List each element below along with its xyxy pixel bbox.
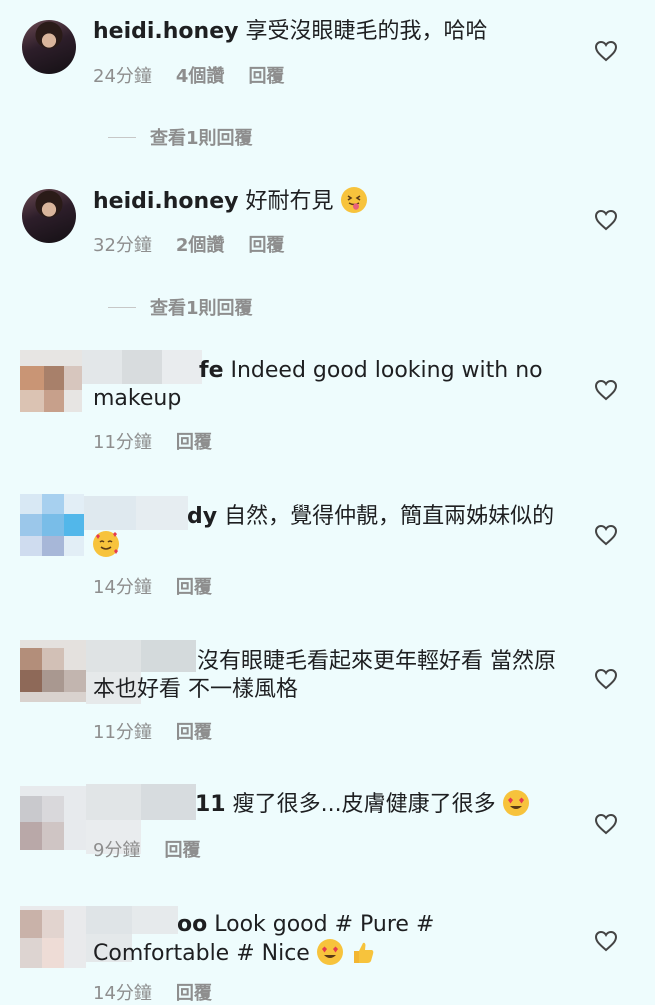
thumbs-up-emoji-icon bbox=[350, 939, 376, 965]
reply-button[interactable]: 回覆 bbox=[176, 718, 212, 744]
comment-username-partial[interactable]: dy bbox=[93, 504, 217, 529]
comment-username-partial[interactable]: 11 bbox=[93, 792, 226, 817]
comment-text: fe Indeed good looking with no makeup bbox=[93, 357, 563, 413]
reply-button[interactable]: 回覆 bbox=[164, 836, 200, 862]
comment-username[interactable]: heidi.honey bbox=[93, 189, 238, 214]
view-replies-button[interactable]: 查看1則回覆 bbox=[108, 294, 253, 320]
comment-meta: 9分鐘 回覆 bbox=[93, 836, 200, 862]
view-replies-button[interactable]: 查看1則回覆 bbox=[108, 124, 253, 150]
comment-username-partial[interactable]: oo bbox=[93, 912, 207, 937]
divider-line bbox=[108, 136, 136, 138]
comment-meta: 14分鐘 回覆 bbox=[93, 573, 212, 599]
heart-icon[interactable] bbox=[594, 40, 618, 62]
reply-button[interactable]: 回覆 bbox=[176, 428, 212, 454]
comment-time: 14分鐘 bbox=[93, 983, 152, 1004]
comment-username-partial[interactable]: fe bbox=[93, 358, 224, 383]
smiling-face-with-hearts-icon bbox=[93, 531, 119, 557]
heart-icon[interactable] bbox=[594, 209, 618, 231]
divider-line bbox=[108, 306, 136, 308]
comment-time: 14分鐘 bbox=[93, 577, 152, 598]
comment-username[interactable]: heidi.honey bbox=[93, 19, 238, 44]
comment-text: oo Look good # Pure # Comfortable # Nice bbox=[93, 911, 563, 968]
comment-body: 好耐冇見 bbox=[245, 189, 334, 214]
view-replies-label: 查看1則回覆 bbox=[150, 128, 253, 149]
comment-meta: 11分鐘 回覆 bbox=[93, 428, 212, 454]
heart-icon[interactable] bbox=[594, 379, 618, 401]
view-replies-label: 查看1則回覆 bbox=[150, 298, 253, 319]
reply-button[interactable]: 回覆 bbox=[176, 573, 212, 599]
avatar[interactable] bbox=[22, 189, 76, 243]
heart-eyes-emoji-icon bbox=[316, 939, 343, 965]
comment-likes[interactable]: 4個讚 bbox=[176, 62, 225, 88]
comment-body: 享受沒眼睫毛的我，哈哈 bbox=[245, 19, 488, 44]
pixelated-avatar[interactable] bbox=[20, 640, 86, 702]
squinting-tongue-emoji-icon bbox=[340, 187, 367, 213]
comment-text: heidi.honey 享受沒眼睫毛的我，哈哈 bbox=[93, 18, 563, 46]
reply-button[interactable]: 回覆 bbox=[176, 979, 212, 1005]
comment-time: 11分鐘 bbox=[93, 432, 152, 453]
comment-likes[interactable]: 2個讚 bbox=[176, 231, 225, 257]
comment-body: 沒有眼睫毛看起來更年輕好看 當然原本也好看 不一樣風格 bbox=[93, 649, 556, 702]
avatar[interactable] bbox=[22, 20, 76, 74]
comment-body: 瘦了很多...皮膚健康了很多 bbox=[232, 792, 496, 817]
comment-time: 24分鐘 bbox=[93, 66, 152, 87]
heart-eyes-emoji-icon bbox=[502, 790, 529, 816]
comment-time: 11分鐘 bbox=[93, 722, 152, 743]
comment-meta: 32分鐘 2個讚 回覆 bbox=[93, 231, 284, 257]
comment-meta: 11分鐘 回覆 bbox=[93, 718, 212, 744]
comment-text: 11 瘦了很多...皮膚健康了很多 bbox=[93, 790, 563, 819]
pixelated-avatar[interactable] bbox=[20, 906, 86, 968]
pixelated-avatar[interactable] bbox=[20, 350, 82, 412]
heart-icon[interactable] bbox=[594, 930, 618, 952]
pixelated-avatar[interactable] bbox=[20, 494, 84, 556]
reply-button[interactable]: 回覆 bbox=[248, 62, 284, 88]
comment-time: 32分鐘 bbox=[93, 235, 152, 256]
comment-text: 沒有眼睫毛看起來更年輕好看 當然原本也好看 不一樣風格 bbox=[93, 648, 563, 704]
comment-meta: 24分鐘 4個讚 回覆 bbox=[93, 62, 284, 88]
comment-time: 9分鐘 bbox=[93, 840, 141, 861]
heart-icon[interactable] bbox=[594, 813, 618, 835]
comment-meta: 14分鐘 回覆 bbox=[93, 979, 212, 1005]
comment-body: 自然，覺得仲靚，簡直兩姊妹似的 bbox=[224, 504, 555, 529]
heart-icon[interactable] bbox=[594, 668, 618, 690]
reply-button[interactable]: 回覆 bbox=[248, 231, 284, 257]
comment-text: dy 自然，覺得仲靚，簡直兩姊妹似的 bbox=[93, 503, 563, 560]
comment-text: heidi.honey 好耐冇見 bbox=[93, 187, 563, 216]
pixelated-avatar[interactable] bbox=[20, 786, 86, 850]
heart-icon[interactable] bbox=[594, 524, 618, 546]
